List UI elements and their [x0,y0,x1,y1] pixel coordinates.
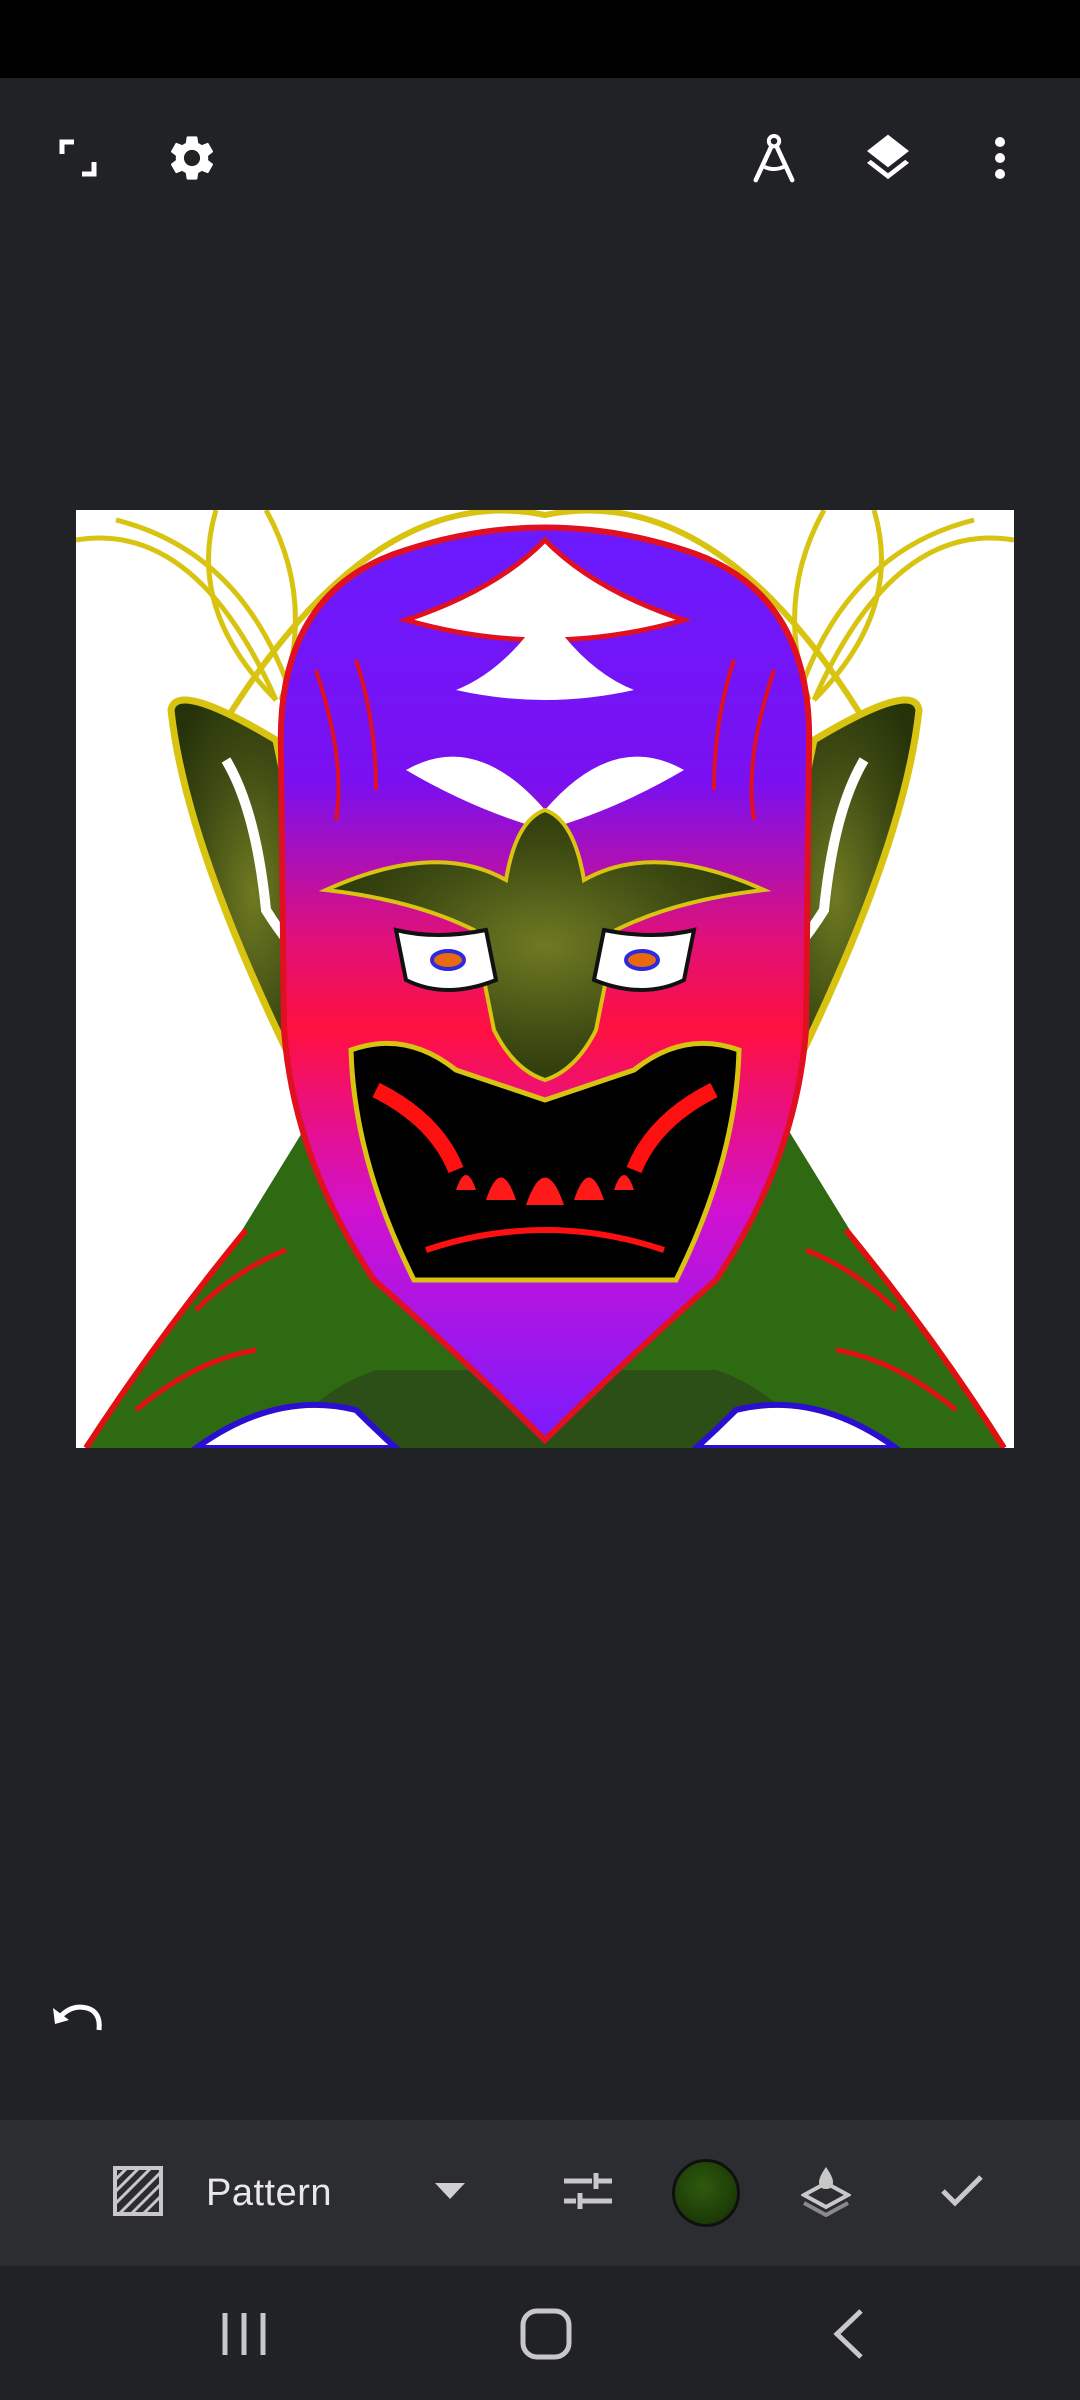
artwork-mask-illustration [76,510,1014,1448]
confirm-button[interactable] [930,2120,994,2266]
gear-icon [165,131,219,185]
settings-button[interactable] [142,108,242,208]
undo-button[interactable] [38,1980,118,2060]
top-toolbar [0,78,1080,238]
fullscreen-icon [58,138,98,178]
undo-icon [51,1998,105,2043]
recents-icon [219,2311,269,2362]
blend-mode-button[interactable] [794,2120,858,2266]
current-color-swatch [672,2159,740,2227]
more-vert-icon [994,137,1006,179]
mode-selector[interactable]: Pattern [206,2120,406,2266]
layers-button[interactable] [838,108,938,208]
layers-icon [860,130,916,186]
chevron-down-icon [435,2182,465,2204]
back-icon [831,2308,865,2365]
back-button[interactable] [788,2286,908,2386]
home-icon [520,2308,572,2365]
color-picker-button[interactable] [668,2120,744,2266]
mode-label: Pattern [206,2171,333,2214]
ruler-compass-button[interactable] [724,108,824,208]
mode-dropdown-button[interactable] [420,2120,480,2266]
home-button[interactable] [486,2286,606,2386]
pattern-icon [113,2165,163,2221]
check-icon [940,2174,984,2213]
layer-fill-icon [799,2165,853,2222]
pattern-mode-button[interactable] [106,2120,170,2266]
bottom-toolbar: Pattern [0,2120,1080,2266]
status-bar [0,0,1080,78]
fullscreen-button[interactable] [28,108,128,208]
drawing-canvas[interactable] [76,510,1014,1448]
recents-button[interactable] [184,2286,304,2386]
more-options-button[interactable] [950,108,1050,208]
compass-icon [748,132,800,184]
sliders-icon [562,2171,614,2216]
adjust-button[interactable] [556,2120,620,2266]
system-nav-bar [0,2266,1080,2400]
